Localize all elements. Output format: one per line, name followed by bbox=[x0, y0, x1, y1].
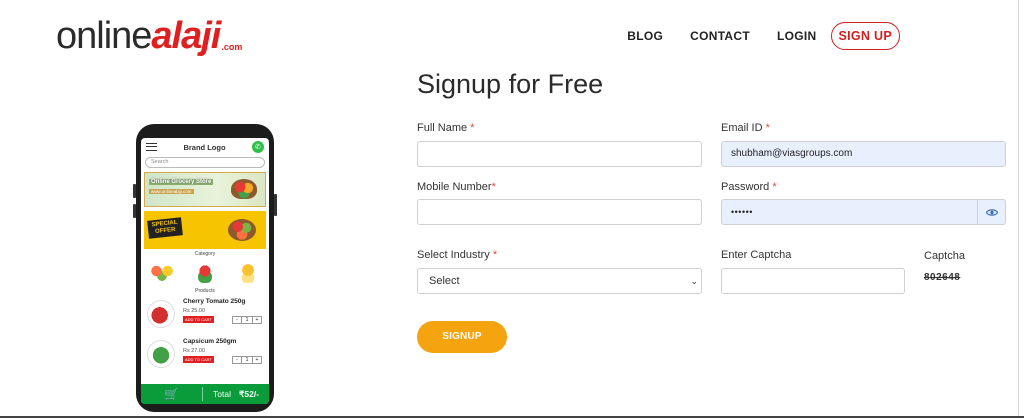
product-item: Capsicum 250gm Rs 27.00 ADD TO CART -1 + bbox=[141, 337, 269, 374]
special-offer-tag: SPECIAL OFFER bbox=[147, 217, 183, 239]
product-name: Cherry Tomato 250g bbox=[183, 298, 246, 305]
full-name-label-text: Full Name bbox=[417, 122, 468, 134]
app-brand-logo: Brand Logo bbox=[183, 142, 226, 152]
category-fresh-fruits-icon bbox=[148, 263, 177, 283]
industry-label-text: Select Industry bbox=[417, 249, 490, 261]
quantity-value: 1 bbox=[241, 357, 253, 363]
phone-side-button bbox=[133, 204, 136, 218]
plus-icon: + bbox=[255, 357, 259, 363]
hamburger-menu-icon bbox=[146, 143, 157, 151]
add-to-cart-button: ADD TO CART bbox=[183, 316, 214, 323]
required-mark: * bbox=[470, 122, 475, 134]
plus-icon: + bbox=[255, 317, 259, 323]
signup-button[interactable]: SIGNUP bbox=[417, 321, 507, 353]
industry-select-value: Select bbox=[429, 275, 460, 287]
eye-icon bbox=[985, 208, 998, 216]
logo-text-com: .com bbox=[221, 42, 243, 52]
email-field[interactable]: shubham@viasgroups.com bbox=[721, 141, 1006, 167]
mobile-label-text: Mobile Number bbox=[417, 181, 492, 193]
banner-subtitle: www.onlinealaji.com bbox=[149, 189, 194, 194]
captcha-code: 802648 bbox=[924, 272, 961, 283]
quantity-stepper: -1 + bbox=[232, 356, 262, 364]
nav-contact-link[interactable]: CONTACT bbox=[690, 29, 750, 43]
category-heading: Category bbox=[194, 251, 216, 257]
email-label-text: Email ID bbox=[721, 122, 763, 134]
cart-total-amount: ₹52/- bbox=[238, 388, 260, 399]
full-name-label: Full Name * bbox=[417, 122, 474, 134]
logo-text-online: online bbox=[56, 15, 152, 57]
captcha-label: Captcha bbox=[924, 250, 965, 262]
app-banner-grocery: Online Grocery Store www.onlinealaji.com bbox=[144, 172, 266, 207]
app-search-bar: Search bbox=[145, 157, 265, 168]
nav-signup-button[interactable]: SIGN UP bbox=[830, 22, 900, 50]
category-row bbox=[141, 261, 269, 285]
show-password-toggle[interactable] bbox=[977, 199, 1006, 225]
minus-icon: - bbox=[236, 317, 238, 323]
quantity-value: 1 bbox=[241, 317, 253, 323]
password-field[interactable]: •••••• bbox=[721, 199, 978, 225]
product-price: Rs 27.00 bbox=[183, 348, 206, 354]
vegetable-basket-image bbox=[231, 179, 257, 199]
required-mark: * bbox=[772, 181, 777, 193]
category-food-icon bbox=[233, 263, 262, 283]
app-header: Brand Logo ✆ bbox=[141, 138, 269, 156]
app-banner-special-offer: SPECIAL OFFER bbox=[144, 211, 266, 249]
password-label-text: Password bbox=[721, 181, 770, 193]
industry-label: Select Industry * bbox=[417, 249, 497, 261]
page-title: Signup for Free bbox=[417, 69, 604, 99]
special-offer-line2: OFFER bbox=[154, 226, 176, 236]
site-logo[interactable]: online alaji .com bbox=[56, 8, 242, 56]
chevron-down-icon: ⌄ bbox=[690, 276, 698, 286]
cart-icon: 🛒 bbox=[141, 387, 203, 401]
product-item: Cherry Tomato 250g Rs 25.00 ADD TO CART … bbox=[141, 297, 269, 334]
required-mark: * bbox=[491, 181, 496, 193]
mobile-number-field[interactable] bbox=[417, 199, 702, 225]
top-nav: BLOG CONTACT LOGIN SIGN UP bbox=[627, 22, 900, 50]
full-name-field[interactable] bbox=[417, 141, 702, 167]
page-right-border bbox=[1018, 0, 1019, 418]
minus-icon: - bbox=[236, 357, 238, 363]
app-cart-footer: 🛒 Total ₹52/- bbox=[141, 384, 269, 404]
phone-side-button bbox=[274, 194, 277, 216]
tomato-image bbox=[147, 300, 175, 328]
nav-login-link[interactable]: LOGIN bbox=[777, 29, 817, 43]
industry-select[interactable]: Select ⌄ bbox=[417, 268, 702, 294]
email-label: Email ID * bbox=[721, 122, 770, 134]
required-mark: * bbox=[492, 249, 498, 261]
password-label: Password * bbox=[721, 181, 777, 193]
cart-total-label: Total bbox=[213, 389, 231, 399]
mobile-label: Mobile Number* bbox=[417, 181, 496, 193]
product-price: Rs 25.00 bbox=[183, 308, 206, 314]
phone-screen: Brand Logo ✆ Search Online Grocery Store… bbox=[141, 138, 269, 404]
phone-side-button bbox=[133, 184, 136, 198]
fruit-basket-image bbox=[228, 219, 256, 241]
captcha-input-field[interactable] bbox=[721, 268, 905, 294]
category-vegetables-icon bbox=[190, 263, 219, 283]
captcha-input-label: Enter Captcha bbox=[721, 249, 792, 261]
banner-title: Online Grocery Store bbox=[149, 179, 214, 185]
whatsapp-icon: ✆ bbox=[251, 141, 264, 153]
logo-text-alaji: alaji bbox=[151, 15, 221, 57]
add-to-cart-button: ADD TO CART bbox=[183, 356, 214, 363]
nav-blog-link[interactable]: BLOG bbox=[627, 29, 663, 43]
capsicum-image bbox=[147, 340, 175, 368]
required-mark: * bbox=[765, 122, 770, 134]
phone-mockup: Brand Logo ✆ Search Online Grocery Store… bbox=[133, 124, 277, 412]
products-heading: Products bbox=[195, 288, 215, 294]
product-name: Capsicum 250gm bbox=[183, 338, 237, 345]
quantity-stepper: -1 + bbox=[232, 316, 262, 324]
